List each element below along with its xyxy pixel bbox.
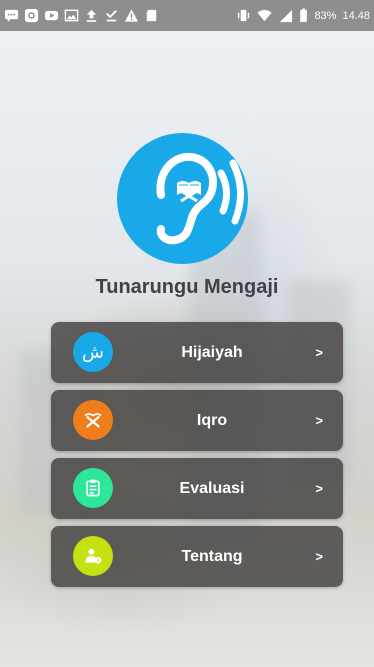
image-icon bbox=[64, 8, 79, 23]
battery-percent: 83% bbox=[314, 9, 337, 22]
menu-label: Tentang bbox=[181, 548, 243, 565]
menu-label: Hijaiyah bbox=[181, 344, 243, 361]
vibrate-icon bbox=[236, 8, 251, 23]
app-title: Tunarungu Mengaji bbox=[95, 276, 279, 298]
menu-item-evaluasi[interactable]: Evaluasi > bbox=[51, 458, 343, 519]
clock: 14.48 bbox=[342, 9, 370, 22]
menu-item-iqro[interactable]: Iqro > bbox=[51, 390, 343, 451]
upload-icon bbox=[84, 8, 99, 23]
chevron-right-icon: > bbox=[315, 549, 323, 564]
chevron-right-icon: > bbox=[315, 345, 323, 360]
person-info-icon bbox=[73, 536, 113, 576]
notification-icons bbox=[4, 8, 159, 23]
youtube-icon bbox=[44, 8, 59, 23]
warning-icon bbox=[124, 8, 139, 23]
clipboard-icon bbox=[73, 468, 113, 508]
message-icon bbox=[4, 8, 19, 23]
chevron-right-icon: > bbox=[315, 413, 323, 428]
menu-label: Evaluasi bbox=[179, 480, 245, 497]
menu-item-hijaiyah[interactable]: ش Hijaiyah > bbox=[51, 322, 343, 383]
wifi-icon bbox=[257, 8, 272, 23]
app-logo bbox=[117, 133, 248, 264]
camera-icon bbox=[24, 8, 39, 23]
download-done-icon bbox=[104, 8, 119, 23]
quran-stand-icon bbox=[73, 400, 113, 440]
arabic-letter-glyph: ش bbox=[82, 341, 104, 363]
battery-icon bbox=[299, 8, 308, 23]
menu-label: Iqro bbox=[196, 412, 228, 429]
signal-icon bbox=[278, 8, 293, 23]
main-menu: ش Hijaiyah > Iqro > Evaluasi > Tentang > bbox=[51, 322, 343, 594]
arabic-letter-icon: ش bbox=[73, 332, 113, 372]
sd-card-icon bbox=[144, 8, 159, 23]
chevron-right-icon: > bbox=[315, 481, 323, 496]
system-status: 83% 14.48 bbox=[236, 8, 370, 23]
menu-item-tentang[interactable]: Tentang > bbox=[51, 526, 343, 587]
status-bar: 83% 14.48 bbox=[0, 0, 374, 31]
